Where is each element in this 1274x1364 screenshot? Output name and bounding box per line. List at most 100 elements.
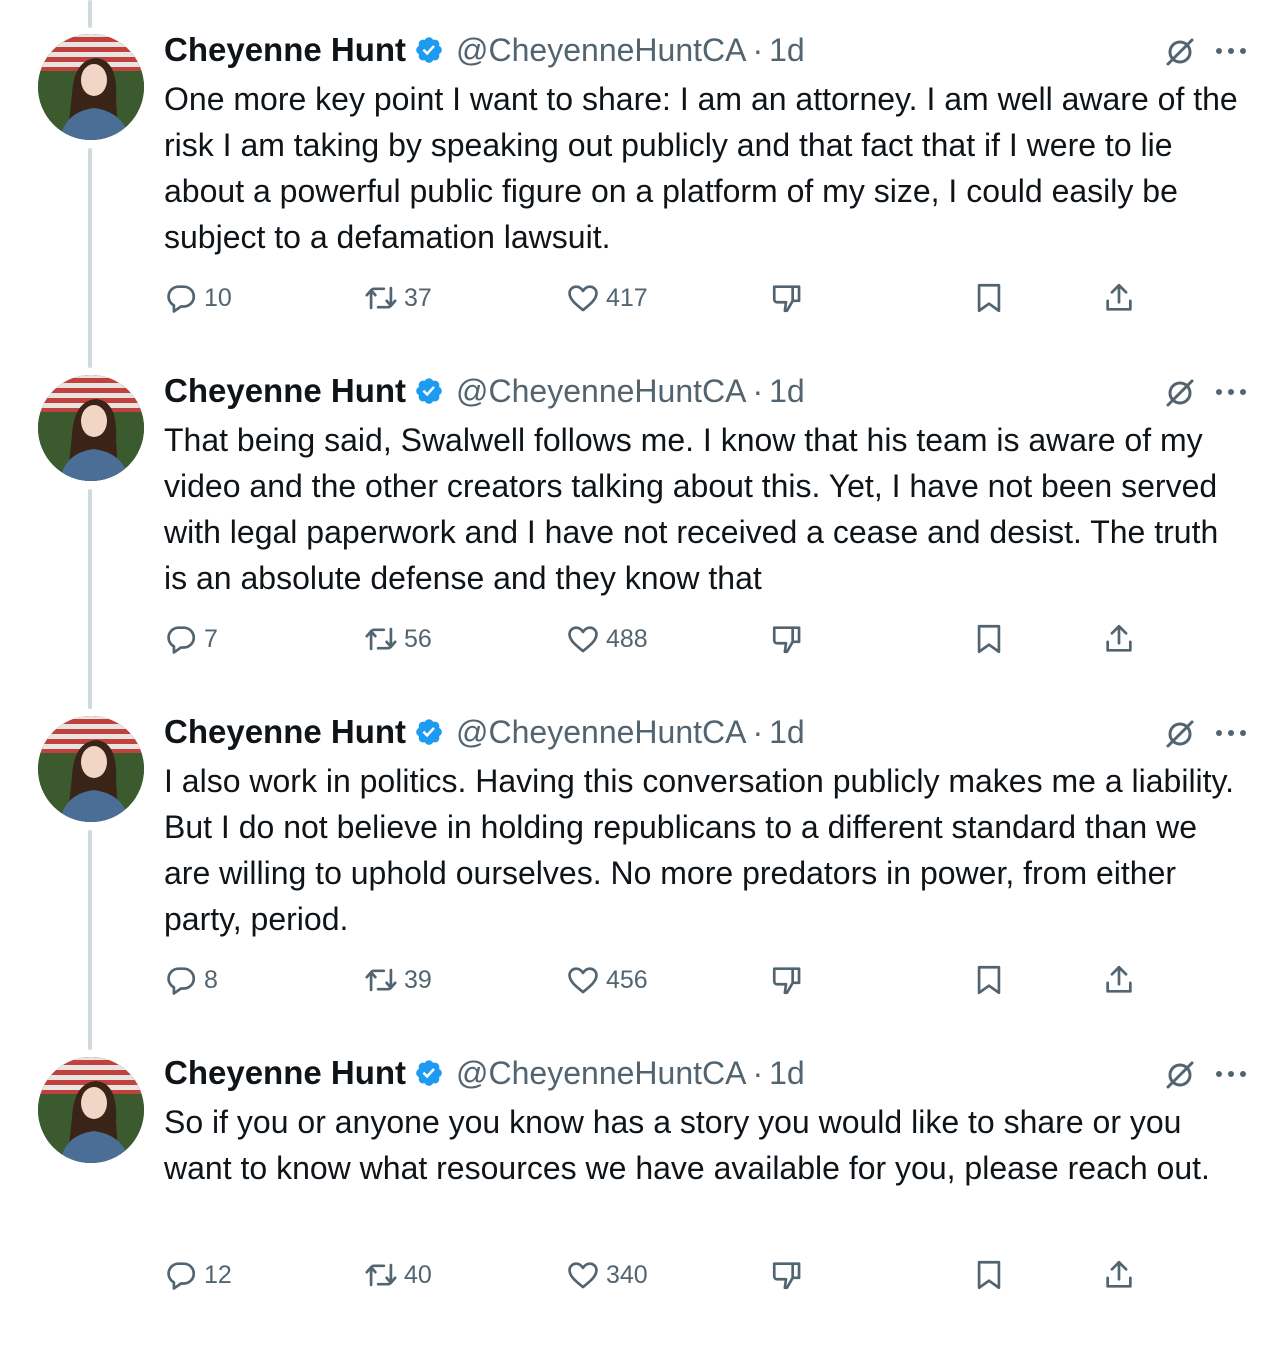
more-icon[interactable] xyxy=(1214,46,1248,56)
separator: · xyxy=(752,372,764,409)
reply-icon xyxy=(167,285,196,313)
dislike-button[interactable] xyxy=(770,619,804,659)
dislike-button[interactable] xyxy=(770,278,804,318)
tweet[interactable]: Cheyenne Hunt @CheyenneHuntCA · 1d That … xyxy=(0,341,1274,682)
like-button[interactable]: 488 xyxy=(566,619,648,659)
reply-icon xyxy=(167,967,196,995)
dislike-icon xyxy=(772,967,801,995)
separator: · xyxy=(752,1054,764,1091)
tweet[interactable]: Cheyenne Hunt @CheyenneHuntCA · 1d So if… xyxy=(0,1023,1274,1364)
timestamp[interactable]: 1d xyxy=(769,714,805,751)
reply-button[interactable]: 7 xyxy=(164,619,218,659)
username[interactable]: @CheyenneHuntCA xyxy=(456,714,746,751)
dislike-button[interactable] xyxy=(770,960,804,1000)
more-icon[interactable] xyxy=(1214,387,1248,397)
share-icon xyxy=(1106,965,1132,993)
repost-button[interactable]: 39 xyxy=(364,960,432,1000)
tweet-header: Cheyenne Hunt @CheyenneHuntCA · 1d xyxy=(164,1051,805,1095)
like-icon xyxy=(568,1262,598,1289)
like-button[interactable]: 417 xyxy=(566,278,648,318)
share-icon xyxy=(1106,624,1132,652)
like-button[interactable]: 456 xyxy=(566,960,648,1000)
more-icon[interactable] xyxy=(1214,1069,1248,1079)
like-icon xyxy=(568,285,598,312)
display-name[interactable]: Cheyenne Hunt xyxy=(164,372,406,410)
reply-button[interactable]: 12 xyxy=(164,1255,232,1295)
repost-count: 39 xyxy=(404,965,432,994)
timestamp[interactable]: 1d xyxy=(769,1055,805,1092)
display-name[interactable]: Cheyenne Hunt xyxy=(164,31,406,69)
share-icon xyxy=(1106,283,1132,311)
like-count: 456 xyxy=(606,965,648,994)
bookmark-icon xyxy=(977,965,1001,995)
action-bar: 12 40 340 xyxy=(0,1255,1274,1295)
bookmark-icon xyxy=(977,283,1001,313)
grok-icon[interactable] xyxy=(1164,36,1196,68)
like-count: 417 xyxy=(606,283,648,312)
share-button[interactable] xyxy=(1102,1255,1136,1295)
reply-icon xyxy=(167,1262,196,1290)
avatar[interactable] xyxy=(38,1057,144,1163)
repost-button[interactable]: 56 xyxy=(364,619,432,659)
repost-button[interactable]: 40 xyxy=(364,1255,432,1295)
separator: · xyxy=(752,31,764,68)
repost-icon xyxy=(365,627,397,651)
reply-count: 12 xyxy=(204,1260,232,1289)
tweet-header: Cheyenne Hunt @CheyenneHuntCA · 1d xyxy=(164,28,805,72)
like-icon xyxy=(568,626,598,653)
tweet-text: So if you or anyone you know has a story… xyxy=(164,1104,1210,1186)
avatar[interactable] xyxy=(38,34,144,140)
reply-button[interactable]: 8 xyxy=(164,960,218,1000)
like-count: 488 xyxy=(606,624,648,653)
tweet-header: Cheyenne Hunt @CheyenneHuntCA · 1d xyxy=(164,710,805,754)
timestamp[interactable]: 1d xyxy=(769,32,805,69)
bookmark-icon xyxy=(977,1260,1001,1290)
reply-icon xyxy=(167,626,196,654)
repost-icon xyxy=(365,286,397,310)
username[interactable]: @CheyenneHuntCA xyxy=(456,373,746,410)
dislike-icon xyxy=(772,1262,801,1290)
tweet[interactable]: Cheyenne Hunt @CheyenneHuntCA · 1d One m… xyxy=(0,0,1274,341)
repost-icon xyxy=(365,968,397,992)
display-name[interactable]: Cheyenne Hunt xyxy=(164,1054,406,1092)
tweet-text: That being said, Swalwell follows me. I … xyxy=(164,422,1219,596)
reply-count: 10 xyxy=(204,283,232,312)
username[interactable]: @CheyenneHuntCA xyxy=(456,32,746,69)
verified-badge-icon xyxy=(416,37,442,63)
action-bar: 7 56 488 xyxy=(0,619,1274,659)
share-icon xyxy=(1106,1260,1132,1288)
repost-count: 56 xyxy=(404,624,432,653)
tweet-text: I also work in politics. Having this con… xyxy=(164,763,1235,937)
username[interactable]: @CheyenneHuntCA xyxy=(456,1055,746,1092)
grok-icon[interactable] xyxy=(1164,1059,1196,1091)
avatar[interactable] xyxy=(38,375,144,481)
dislike-icon xyxy=(772,626,801,654)
share-button[interactable] xyxy=(1102,960,1136,1000)
share-button[interactable] xyxy=(1102,278,1136,318)
bookmark-button[interactable] xyxy=(972,278,1006,318)
repost-count: 40 xyxy=(404,1260,432,1289)
timestamp[interactable]: 1d xyxy=(769,373,805,410)
action-bar: 10 37 417 xyxy=(0,278,1274,318)
grok-icon[interactable] xyxy=(1164,718,1196,750)
verified-badge-icon xyxy=(416,719,442,745)
like-button[interactable]: 340 xyxy=(566,1255,648,1295)
bookmark-button[interactable] xyxy=(972,619,1006,659)
like-icon xyxy=(568,967,598,994)
bookmark-button[interactable] xyxy=(972,960,1006,1000)
action-bar: 8 39 456 xyxy=(0,960,1274,1000)
tweet[interactable]: Cheyenne Hunt @CheyenneHuntCA · 1d I als… xyxy=(0,682,1274,1023)
display-name[interactable]: Cheyenne Hunt xyxy=(164,713,406,751)
like-count: 340 xyxy=(606,1260,648,1289)
bookmark-icon xyxy=(977,624,1001,654)
repost-icon xyxy=(365,1263,397,1287)
share-button[interactable] xyxy=(1102,619,1136,659)
more-icon[interactable] xyxy=(1214,728,1248,738)
dislike-button[interactable] xyxy=(770,1255,804,1295)
bookmark-button[interactable] xyxy=(972,1255,1006,1295)
verified-badge-icon xyxy=(416,1060,442,1086)
repost-button[interactable]: 37 xyxy=(364,278,432,318)
reply-button[interactable]: 10 xyxy=(164,278,232,318)
avatar[interactable] xyxy=(38,716,144,822)
grok-icon[interactable] xyxy=(1164,377,1196,409)
